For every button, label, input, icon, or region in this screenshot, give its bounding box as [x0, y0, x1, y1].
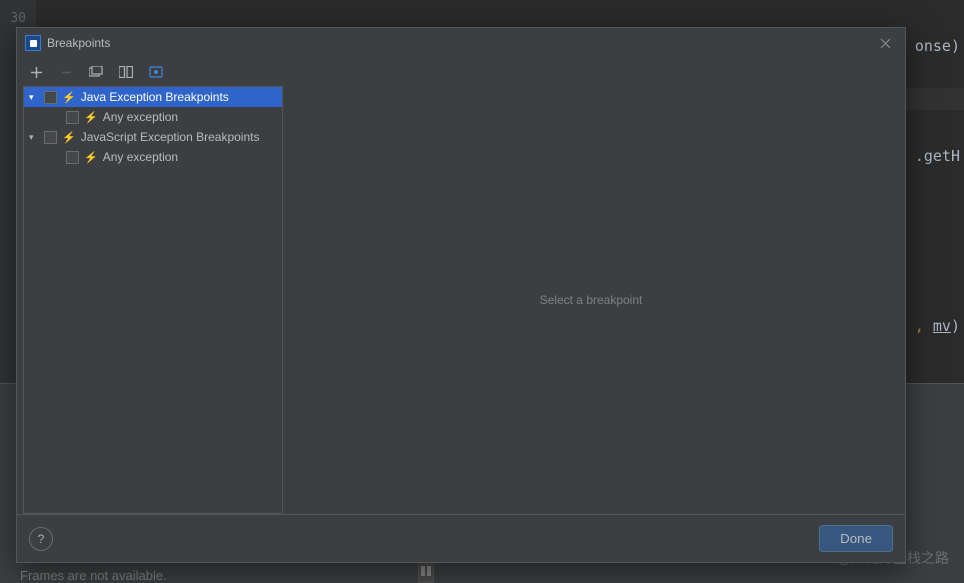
breakpoint-tree[interactable]: ▾ ⚡ Java Exception Breakpoints ⚡ Any exc… [23, 86, 283, 514]
dialog-titlebar[interactable]: Breakpoints [17, 28, 905, 58]
add-icon[interactable] [27, 63, 45, 81]
bolt-icon: ⚡ [84, 151, 98, 164]
bolt-icon: ⚡ [62, 91, 76, 104]
breakpoints-dialog: Breakpoints ▾ ⚡ Java Exception Breakpoi [16, 27, 906, 563]
chevron-down-icon[interactable]: ▾ [29, 132, 39, 143]
checkbox[interactable] [66, 111, 79, 124]
tree-label: Java Exception Breakpoints [81, 90, 229, 104]
dialog-footer: ? Done [17, 514, 905, 562]
tree-label: JavaScript Exception Breakpoints [81, 130, 260, 144]
checkbox[interactable] [66, 151, 79, 164]
tree-item-any-exception[interactable]: ⚡ Any exception [24, 107, 282, 127]
close-icon[interactable] [873, 31, 897, 55]
checkbox[interactable] [44, 91, 57, 104]
remove-icon [57, 63, 75, 81]
filter-icon[interactable] [147, 63, 165, 81]
tree-group-java-exceptions[interactable]: ▾ ⚡ Java Exception Breakpoints [24, 87, 282, 107]
bolt-icon: ⚡ [62, 131, 76, 144]
code-fragment: .getH [915, 147, 960, 165]
help-icon[interactable]: ? [29, 527, 53, 551]
dialog-title: Breakpoints [47, 36, 110, 50]
code-fragment: onse) [915, 37, 960, 55]
frames-status: Frames are not available. [20, 568, 167, 583]
chevron-down-icon[interactable]: ▾ [29, 92, 39, 103]
bolt-icon: ⚡ [84, 111, 98, 124]
tree-item-any-exception[interactable]: ⚡ Any exception [24, 147, 282, 167]
toolbar [17, 58, 905, 86]
code-fragment: , mv) [915, 317, 960, 335]
tree-label: Any exception [103, 110, 178, 124]
checkbox[interactable] [44, 131, 57, 144]
tree-label: Any exception [103, 150, 178, 164]
app-icon [25, 35, 41, 51]
tree-group-js-exceptions[interactable]: ▾ ⚡ JavaScript Exception Breakpoints [24, 127, 282, 147]
placeholder-text: Select a breakpoint [540, 293, 643, 307]
view-by-icon[interactable] [117, 63, 135, 81]
detail-panel: Select a breakpoint [283, 86, 899, 514]
done-button[interactable]: Done [819, 525, 893, 552]
group-by-icon[interactable] [87, 63, 105, 81]
